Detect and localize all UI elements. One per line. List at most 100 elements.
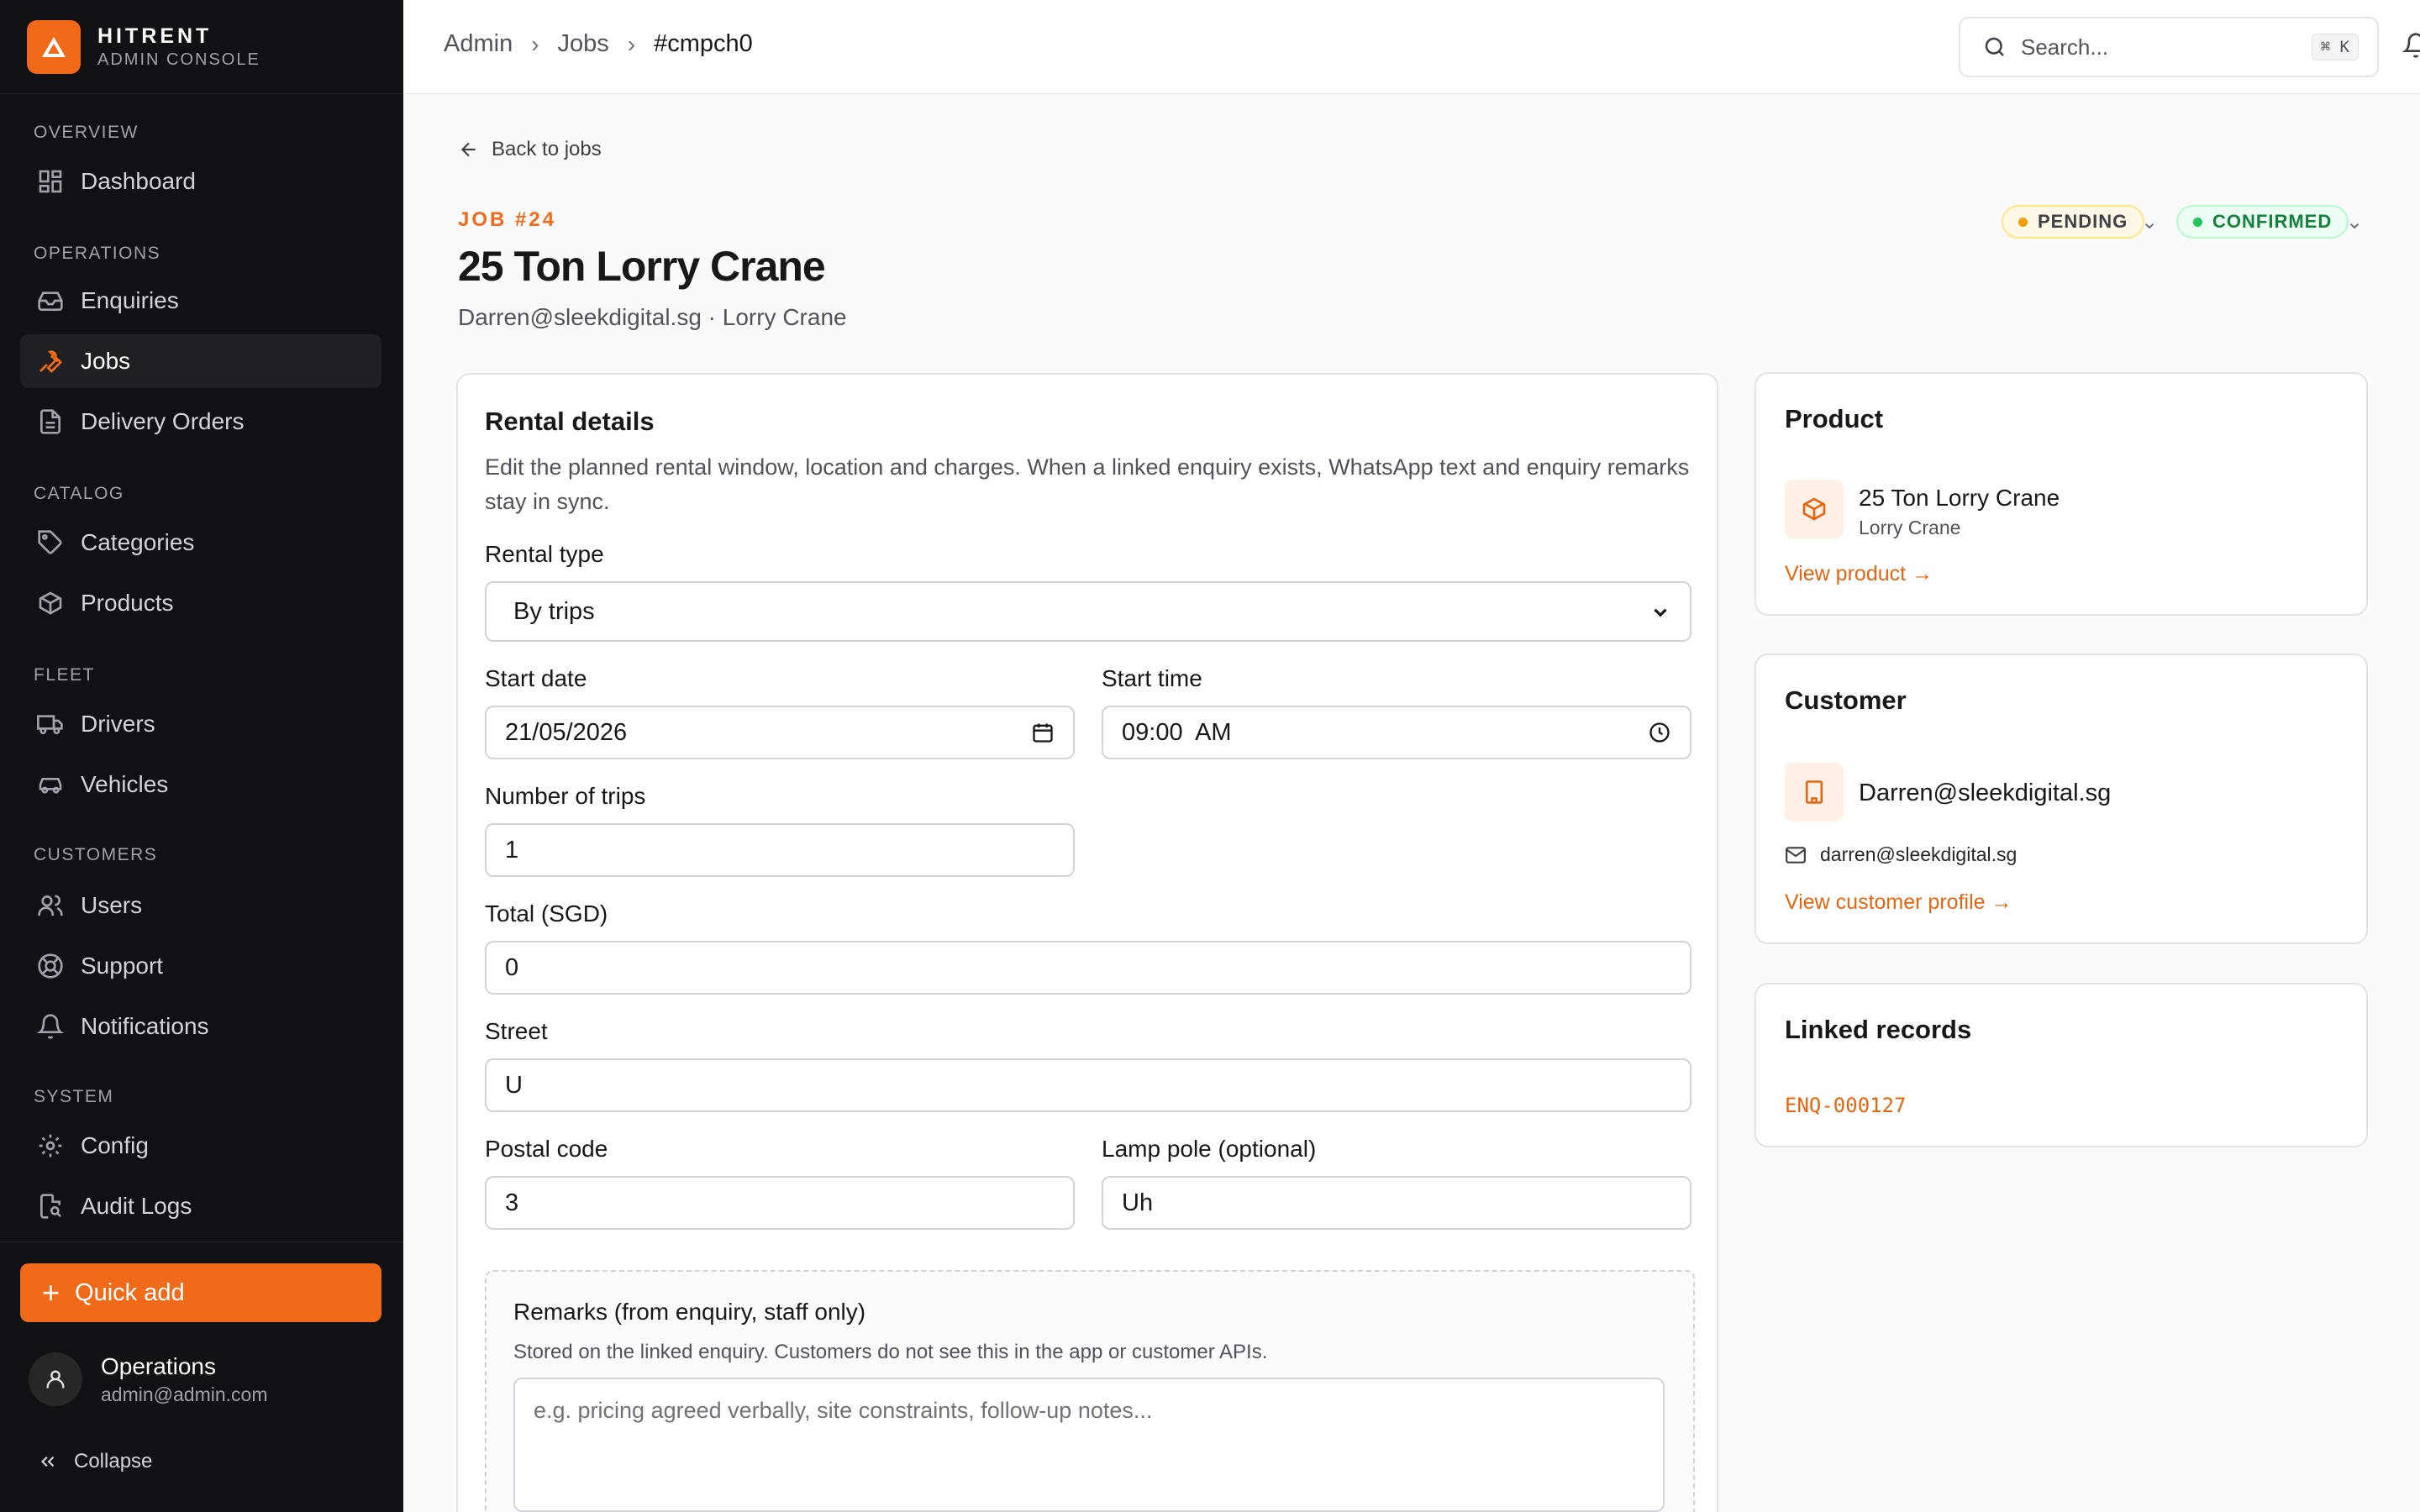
section-customers: CUSTOMERS bbox=[34, 845, 158, 864]
dashboard-icon bbox=[39, 170, 62, 193]
sidebar-item-support[interactable]: Support bbox=[20, 939, 381, 993]
sidebar-item-label: Delivery Orders bbox=[81, 408, 245, 434]
sidebar-item-categories[interactable]: Categories bbox=[20, 516, 381, 570]
select-value: By trips bbox=[513, 597, 595, 625]
rental-type-select[interactable]: By trips bbox=[485, 581, 1691, 642]
plus-icon: + bbox=[42, 1275, 60, 1310]
start-date-input[interactable]: 21/05/2026 bbox=[485, 706, 1075, 759]
brand-subtitle: ADMIN CONSOLE bbox=[97, 50, 260, 69]
wrench-icon bbox=[39, 350, 62, 373]
breadcrumb-admin[interactable]: Admin bbox=[444, 30, 513, 58]
status-dot bbox=[2193, 217, 2202, 227]
rental-type-label: Rental type bbox=[485, 541, 604, 567]
sidebar-item-label: Categories bbox=[81, 529, 195, 555]
remarks-textarea[interactable]: e.g. pricing agreed verbally, site const… bbox=[513, 1378, 1665, 1512]
card-title: Linked records bbox=[1785, 1015, 1972, 1044]
brand-name: HITRENT bbox=[97, 24, 213, 48]
start-time-input[interactable]: 09:00 AM bbox=[1102, 706, 1691, 759]
search-placeholder: Search... bbox=[2021, 34, 2109, 60]
brand[interactable]: HITRENT ADMIN CONSOLE bbox=[0, 0, 403, 94]
sidebar-item-label: Support bbox=[81, 953, 164, 979]
input-value: Uh bbox=[1122, 1189, 1154, 1216]
job-subtitle: Darren@sleekdigital.sg · Lorry Crane bbox=[458, 304, 847, 330]
brand-logo-icon bbox=[27, 19, 81, 74]
sidebar-item-label: Products bbox=[81, 590, 174, 616]
chevron-down-icon[interactable]: ⌄ bbox=[2141, 210, 2158, 234]
rental-details-card: Rental details Edit the planned rental w… bbox=[456, 373, 1718, 1512]
trips-label: Number of trips bbox=[485, 783, 646, 809]
calendar-icon[interactable] bbox=[1031, 721, 1055, 744]
status-badge-confirmed[interactable]: CONFIRMED bbox=[2176, 205, 2349, 239]
trips-input[interactable]: 1 bbox=[485, 823, 1075, 877]
linked-enquiry-link[interactable]: ENQ-000127 bbox=[1785, 1094, 1907, 1117]
chevron-down-icon[interactable]: ⌄ bbox=[2346, 210, 2363, 234]
sidebar-item-label: Vehicles bbox=[81, 771, 169, 797]
sidebar-item-jobs[interactable]: Jobs bbox=[20, 334, 381, 388]
product-category: Lorry Crane bbox=[1859, 517, 1961, 538]
sidebar-item-audit-logs[interactable]: Audit Logs bbox=[20, 1179, 381, 1233]
sidebar-item-products[interactable]: Products bbox=[20, 576, 381, 630]
status-dot bbox=[2018, 217, 2028, 227]
total-input[interactable]: 0 bbox=[485, 941, 1691, 995]
sidebar-item-label: Audit Logs bbox=[81, 1193, 192, 1219]
sidebar-item-users[interactable]: Users bbox=[20, 879, 381, 932]
search-input[interactable]: Search... ⌘ K bbox=[1959, 17, 2379, 77]
street-label: Street bbox=[485, 1018, 548, 1044]
notifications-bell-icon[interactable] bbox=[2402, 32, 2420, 63]
sidebar-item-notifications[interactable]: Notifications bbox=[20, 1000, 381, 1053]
user-email: admin@admin.com bbox=[101, 1383, 268, 1405]
clock-icon[interactable] bbox=[1648, 721, 1671, 744]
status-label: CONFIRMED bbox=[2212, 211, 2333, 232]
sidebar-item-label: Notifications bbox=[81, 1013, 209, 1039]
input-value: 1 bbox=[505, 836, 519, 864]
inbox-icon bbox=[38, 291, 63, 311]
back-label: Back to jobs bbox=[492, 138, 602, 160]
page-title: 25 Ton Lorry Crane bbox=[458, 243, 826, 290]
lifebuoy-icon bbox=[38, 953, 63, 979]
sidebar-item-label: Drivers bbox=[81, 711, 155, 737]
postal-code-label: Postal code bbox=[485, 1136, 608, 1162]
collapse-button[interactable]: Collapse bbox=[37, 1450, 152, 1473]
sidebar-item-drivers[interactable]: Drivers bbox=[20, 697, 381, 751]
sidebar-item-enquiries[interactable]: Enquiries bbox=[20, 274, 381, 328]
section-operations: OPERATIONS bbox=[34, 244, 161, 263]
collapse-label: Collapse bbox=[74, 1450, 153, 1473]
job-number: JOB #24 bbox=[458, 208, 557, 231]
sidebar-item-vehicles[interactable]: Vehicles bbox=[20, 758, 381, 811]
status-badge-pending[interactable]: PENDING bbox=[2002, 205, 2145, 239]
quick-add-button[interactable]: + Quick add bbox=[20, 1263, 381, 1322]
chevron-right-icon: › bbox=[627, 30, 636, 57]
card-title: Customer bbox=[1785, 685, 1907, 715]
sidebar-item-label: Enquiries bbox=[81, 287, 179, 313]
card-title: Rental details bbox=[485, 407, 655, 436]
total-label: Total (SGD) bbox=[485, 900, 608, 927]
lamp-pole-label: Lamp pole (optional) bbox=[1102, 1136, 1317, 1162]
breadcrumb-jobs[interactable]: Jobs bbox=[558, 30, 609, 58]
street-input[interactable]: U bbox=[485, 1058, 1691, 1112]
sidebar-item-config[interactable]: Config bbox=[20, 1119, 381, 1173]
car-icon bbox=[39, 778, 62, 794]
sidebar-item-label: Users bbox=[81, 892, 143, 918]
sidebar-item-label: Jobs bbox=[81, 348, 131, 374]
quick-add-label: Quick add bbox=[75, 1278, 185, 1306]
sidebar-item-label: Dashboard bbox=[81, 168, 196, 194]
section-system: SYSTEM bbox=[34, 1087, 114, 1106]
sidebar-item-delivery-orders[interactable]: Delivery Orders bbox=[20, 395, 381, 449]
user-menu[interactable]: Operations admin@admin.com bbox=[29, 1352, 267, 1406]
product-name: 25 Ton Lorry Crane bbox=[1859, 485, 2060, 511]
section-catalog: CATALOG bbox=[34, 484, 124, 503]
postal-code-input[interactable]: 3 bbox=[485, 1176, 1075, 1230]
view-customer-profile-link[interactable]: View customer profile → bbox=[1785, 890, 2012, 915]
remarks-title: Remarks (from enquiry, staff only) bbox=[513, 1299, 866, 1325]
lamp-pole-input[interactable]: Uh bbox=[1102, 1176, 1691, 1230]
sidebar-item-dashboard[interactable]: Dashboard bbox=[20, 155, 381, 208]
search-icon bbox=[1985, 37, 2004, 56]
back-to-jobs-link[interactable]: Back to jobs bbox=[458, 138, 602, 161]
chevron-right-icon: › bbox=[531, 30, 539, 57]
view-product-link[interactable]: View product → bbox=[1785, 562, 1933, 586]
remarks-section: Remarks (from enquiry, staff only) Store… bbox=[485, 1270, 1695, 1512]
input-value: 0 bbox=[505, 953, 519, 981]
linked-records-card: Linked records ENQ-000127 bbox=[1754, 983, 2368, 1147]
file-search-icon bbox=[40, 1194, 61, 1219]
sidebar: HITRENT ADMIN CONSOLE OVERVIEW Dashboard… bbox=[0, 0, 403, 1512]
